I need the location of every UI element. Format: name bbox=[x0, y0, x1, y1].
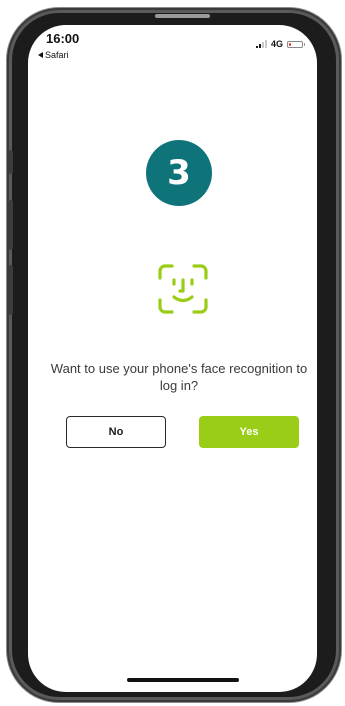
mute-switch bbox=[9, 150, 13, 174]
face-recognition-icon bbox=[158, 264, 208, 314]
home-indicator[interactable] bbox=[127, 678, 239, 682]
status-time: 16:00 bbox=[46, 31, 80, 46]
face-recognition-prompt: Want to use your phone's face recognitio… bbox=[50, 361, 308, 393]
network-type: 4G bbox=[270, 39, 283, 49]
back-app-label: Safari bbox=[45, 50, 69, 60]
volume-down-button bbox=[9, 265, 13, 315]
top-speaker bbox=[155, 14, 210, 18]
back-arrow-icon bbox=[38, 52, 43, 58]
battery-icon bbox=[287, 40, 305, 48]
signal-strength-icon bbox=[255, 40, 267, 48]
status-indicators: 4G bbox=[255, 39, 305, 49]
no-button[interactable]: No bbox=[66, 416, 166, 448]
battery-level-fill bbox=[289, 42, 291, 46]
back-to-app-link[interactable]: Safari bbox=[38, 50, 69, 60]
step-number-badge: 3 bbox=[146, 140, 212, 206]
volume-up-button bbox=[9, 200, 13, 250]
yes-button[interactable]: Yes bbox=[199, 416, 299, 448]
phone-screen: 16:00 Safari 4G 3 Want to use your phone… bbox=[28, 25, 317, 692]
